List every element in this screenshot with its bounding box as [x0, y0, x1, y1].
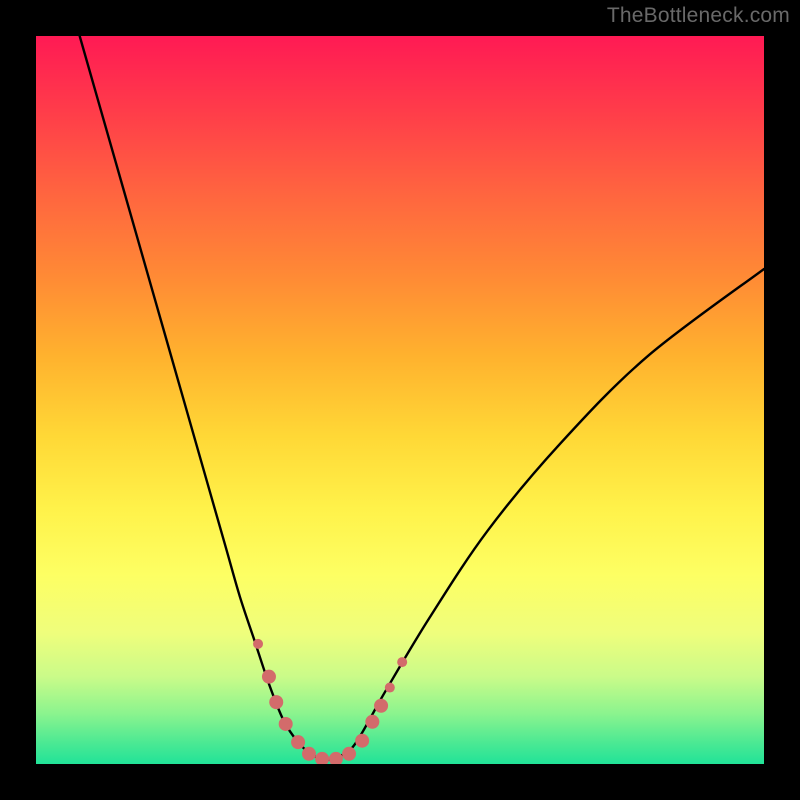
marker-dot — [302, 747, 316, 761]
chart-svg — [36, 36, 764, 764]
marker-dot — [342, 747, 356, 761]
plot-area — [36, 36, 764, 764]
marker-dot — [329, 752, 343, 764]
marker-dot — [253, 639, 263, 649]
marker-dot — [262, 670, 276, 684]
bottleneck-curve — [80, 36, 764, 760]
marker-dot — [315, 752, 329, 764]
marker-dot — [374, 699, 388, 713]
marker-dot — [291, 735, 305, 749]
marker-dot — [365, 715, 379, 729]
notch-markers — [253, 639, 407, 764]
marker-dot — [279, 717, 293, 731]
watermark-text: TheBottleneck.com — [607, 4, 790, 28]
marker-dot — [385, 683, 395, 693]
chart-stage: TheBottleneck.com — [0, 0, 800, 800]
marker-dot — [355, 734, 369, 748]
marker-dot — [397, 657, 407, 667]
marker-dot — [269, 695, 283, 709]
